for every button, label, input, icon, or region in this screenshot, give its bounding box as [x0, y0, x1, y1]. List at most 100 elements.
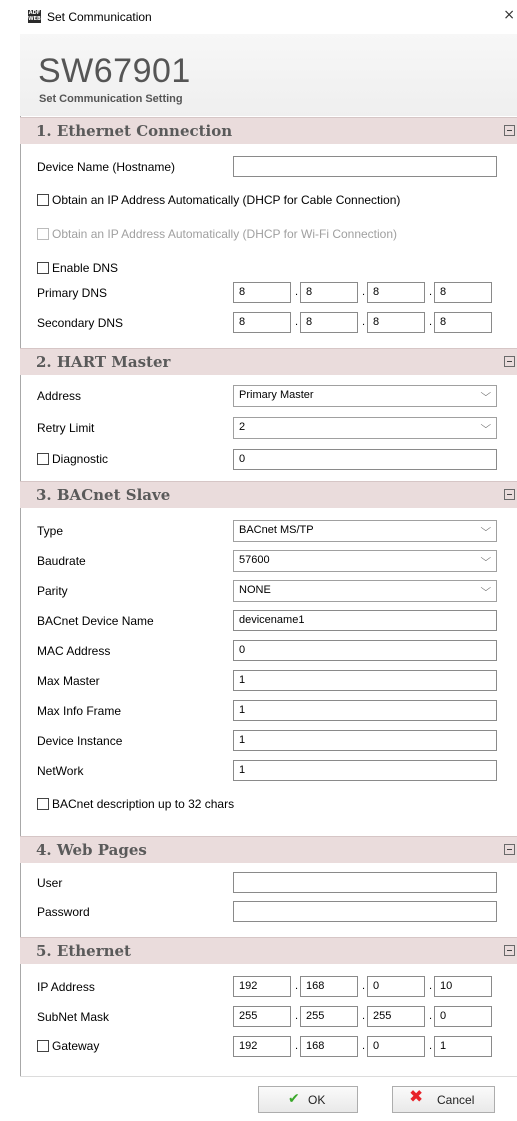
- password-input[interactable]: [233, 901, 497, 922]
- primary-dns-octet-2[interactable]: 8: [300, 282, 358, 303]
- diagnostic-checkbox[interactable]: [37, 453, 49, 465]
- mask-octet-4[interactable]: 0: [434, 1006, 492, 1027]
- ok-button[interactable]: ✔ OK: [258, 1086, 358, 1113]
- primary-dns-octet-3[interactable]: 8: [367, 282, 425, 303]
- row-primary-dns: Primary DNS 8 . 8 . 8 . 8: [20, 276, 517, 310]
- dhcp-cable-checkbox[interactable]: [37, 194, 49, 206]
- description-32-label: BACnet description up to 32 chars: [52, 797, 235, 811]
- row-parity: Parity NONE ⌵: [20, 574, 517, 608]
- network-input[interactable]: 1: [233, 760, 497, 781]
- chevron-down-icon: ⌵: [480, 583, 492, 594]
- section-title: 5. Ethernet: [36, 942, 131, 960]
- max-master-input[interactable]: 1: [233, 670, 497, 691]
- gateway-octet-2[interactable]: 168: [300, 1036, 358, 1057]
- row-ip-address: IP Address 192 . 168 . 0 . 10: [20, 970, 517, 1004]
- ip-octet-3[interactable]: 0: [367, 976, 425, 997]
- row-subnet-mask: SubNet Mask 255 . 255 . 255 . 0: [20, 1000, 517, 1034]
- row-max-info-frame: Max Info Frame 1: [20, 694, 517, 728]
- row-bacnet-device-name: BACnet Device Name devicename1: [20, 604, 517, 638]
- row-address: Address Primary Master ⌵: [20, 379, 517, 413]
- max-master-label: Max Master: [37, 674, 100, 688]
- gateway-checkbox[interactable]: [37, 1040, 49, 1052]
- cancel-x-icon: ✖: [409, 1087, 424, 1107]
- page-subtitle: Set Communication Setting: [39, 93, 183, 105]
- close-icon[interactable]: ×: [503, 7, 515, 23]
- dialog-footer: ✔ OK ✖ Cancel: [20, 1076, 517, 1121]
- parity-select[interactable]: NONE ⌵: [233, 580, 497, 602]
- product-code: SW67901: [38, 52, 191, 90]
- secondary-dns-label: Secondary DNS: [37, 316, 124, 330]
- max-info-frame-label: Max Info Frame: [37, 704, 122, 718]
- user-input[interactable]: [233, 872, 497, 893]
- row-retry-limit: Retry Limit 2 ⌵: [20, 411, 517, 445]
- collapse-icon[interactable]: [504, 125, 515, 136]
- dhcp-wifi-label: Obtain an IP Address Automatically (DHCP…: [52, 227, 398, 241]
- max-info-frame-input[interactable]: 1: [233, 700, 497, 721]
- row-password: Password: [20, 895, 517, 929]
- row-device-name: Device Name (Hostname): [20, 150, 517, 184]
- ip-address-label: IP Address: [37, 980, 95, 994]
- subnet-mask-label: SubNet Mask: [37, 1010, 110, 1024]
- row-mac-address: MAC Address 0: [20, 634, 517, 668]
- gateway-label: Gateway: [52, 1039, 100, 1053]
- section-hart-master[interactable]: 2. HART Master: [20, 348, 517, 375]
- primary-dns-label: Primary DNS: [37, 286, 108, 300]
- gateway-octet-3[interactable]: 0: [367, 1036, 425, 1057]
- baudrate-label: Baudrate: [37, 554, 86, 568]
- gateway-octet-1[interactable]: 192: [233, 1036, 291, 1057]
- bacnet-device-name-label: BACnet Device Name: [37, 614, 154, 628]
- ok-button-label: OK: [308, 1093, 326, 1107]
- section-ethernet[interactable]: 5. Ethernet: [20, 937, 517, 964]
- secondary-dns-octet-4[interactable]: 8: [434, 312, 492, 333]
- user-label: User: [37, 876, 63, 890]
- retry-limit-select[interactable]: 2 ⌵: [233, 417, 497, 439]
- enable-dns-checkbox[interactable]: [37, 262, 49, 274]
- description-32-checkbox[interactable]: [37, 798, 49, 810]
- bacnet-device-name-input[interactable]: devicename1: [233, 610, 497, 631]
- device-instance-input[interactable]: 1: [233, 730, 497, 751]
- mac-address-label: MAC Address: [37, 644, 111, 658]
- collapse-icon[interactable]: [504, 945, 515, 956]
- section-web-pages[interactable]: 4. Web Pages: [20, 836, 517, 863]
- row-diagnostic: Diagnostic 0: [20, 443, 517, 477]
- collapse-icon[interactable]: [504, 356, 515, 367]
- secondary-dns-octet-1[interactable]: 8: [233, 312, 291, 333]
- parity-label: Parity: [37, 584, 68, 598]
- row-dhcp-cable: Obtain an IP Address Automatically (DHCP…: [20, 184, 517, 218]
- primary-dns-octet-1[interactable]: 8: [233, 282, 291, 303]
- address-select[interactable]: Primary Master ⌵: [233, 385, 497, 407]
- secondary-dns-octet-3[interactable]: 8: [367, 312, 425, 333]
- cancel-button[interactable]: ✖ Cancel: [392, 1086, 495, 1113]
- row-type: Type BACnet MS/TP ⌵: [20, 514, 517, 548]
- address-label: Address: [37, 389, 82, 403]
- row-baudrate: Baudrate 57600 ⌵: [20, 544, 517, 578]
- page-header: SW67901 Set Communication Setting: [20, 34, 517, 116]
- ip-octet-1[interactable]: 192: [233, 976, 291, 997]
- mask-octet-3[interactable]: 255: [367, 1006, 425, 1027]
- gateway-octet-4[interactable]: 1: [434, 1036, 492, 1057]
- row-description-32: BACnet description up to 32 chars: [20, 789, 517, 823]
- section-title: 1. Ethernet Connection: [36, 122, 233, 140]
- ip-octet-4[interactable]: 10: [434, 976, 492, 997]
- collapse-icon[interactable]: [504, 844, 515, 855]
- diagnostic-input[interactable]: 0: [233, 449, 497, 470]
- baudrate-select[interactable]: 57600 ⌵: [233, 550, 497, 572]
- secondary-dns-octet-2[interactable]: 8: [300, 312, 358, 333]
- row-max-master: Max Master 1: [20, 664, 517, 698]
- primary-dns-octet-4[interactable]: 8: [434, 282, 492, 303]
- mask-octet-1[interactable]: 255: [233, 1006, 291, 1027]
- mask-octet-2[interactable]: 255: [300, 1006, 358, 1027]
- password-label: Password: [37, 905, 90, 919]
- ip-octet-2[interactable]: 168: [300, 976, 358, 997]
- title-bar: ADF WEB Set Communication ×: [20, 0, 517, 35]
- collapse-icon[interactable]: [504, 489, 515, 500]
- mac-address-input[interactable]: 0: [233, 640, 497, 661]
- section-ethernet-connection[interactable]: 1. Ethernet Connection: [20, 117, 517, 144]
- section-title: 2. HART Master: [36, 353, 171, 371]
- type-select[interactable]: BACnet MS/TP ⌵: [233, 520, 497, 542]
- chevron-down-icon: ⌵: [480, 523, 492, 534]
- device-name-label: Device Name (Hostname): [37, 160, 176, 174]
- window-title: Set Communication: [47, 10, 152, 24]
- section-bacnet-slave[interactable]: 3. BACnet Slave: [20, 481, 517, 508]
- device-name-input[interactable]: [233, 156, 497, 177]
